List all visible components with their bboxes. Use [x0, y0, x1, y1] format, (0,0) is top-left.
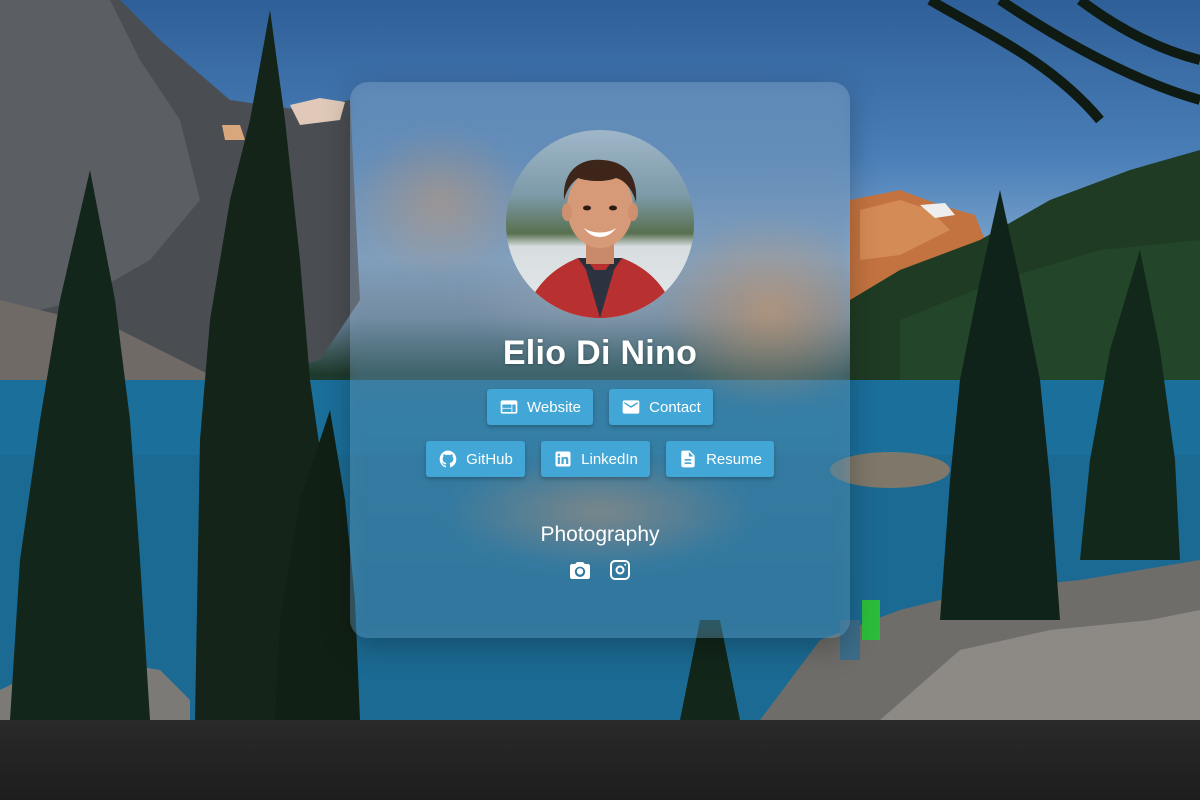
profile-name: Elio Di Nino: [502, 334, 698, 372]
linkedin-button[interactable]: LinkedIn: [541, 441, 650, 477]
github-button-label: GitHub: [466, 450, 513, 468]
camera-icon: [570, 562, 590, 579]
github-icon: [439, 450, 457, 468]
instagram-link[interactable]: [608, 558, 632, 582]
profile-card: Elio Di Nino Website Contact GitHub Link…: [350, 82, 850, 638]
instagram-icon: [610, 560, 630, 580]
camera-link[interactable]: [568, 558, 592, 582]
linkedin-icon: [555, 451, 571, 467]
linkedin-button-label: LinkedIn: [581, 450, 638, 468]
web-icon: [500, 400, 518, 414]
contact-button[interactable]: Contact: [609, 389, 713, 425]
website-button[interactable]: Website: [487, 389, 593, 425]
github-button[interactable]: GitHub: [426, 441, 525, 477]
mail-icon: [622, 400, 640, 414]
document-icon: [681, 450, 695, 468]
photography-title: Photography: [540, 523, 660, 546]
resume-button[interactable]: Resume: [666, 441, 774, 477]
website-button-label: Website: [527, 398, 581, 416]
avatar: [506, 130, 694, 318]
resume-button-label: Resume: [706, 450, 762, 468]
contact-button-label: Contact: [649, 398, 701, 416]
footer-band: [0, 720, 1200, 800]
